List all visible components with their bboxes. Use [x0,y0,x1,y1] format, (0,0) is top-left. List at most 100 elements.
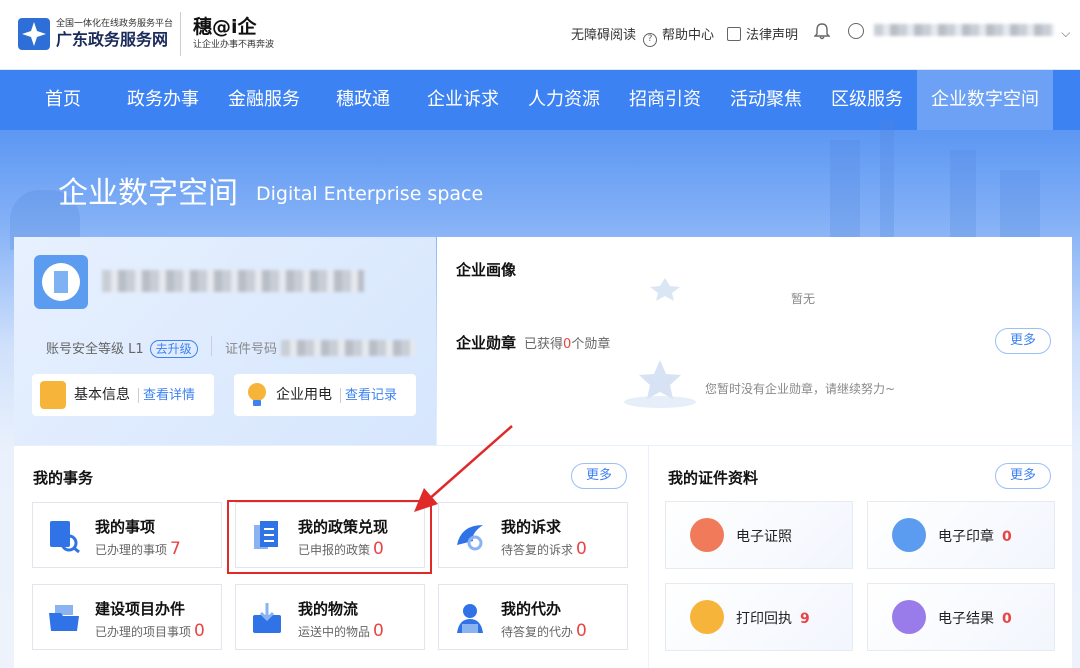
header-divider [180,12,181,56]
cert-number: 证件号码 [225,338,416,357]
legal-link[interactable]: 法律声明 [727,24,798,43]
power-usage-chip[interactable]: 企业用电 查看记录 [234,374,416,416]
seal-icon [892,518,926,552]
enterprise-name-masked [102,270,364,292]
nav-finance[interactable]: 金融服务 [221,70,307,130]
top-header: 全国一体化在线政务服务平台 广东政务服务网 穗@i企 让企业办事不再奔波 无障碍… [0,0,1080,70]
user-menu[interactable]: ⌵ [848,22,1070,41]
cert-number-masked [281,340,416,356]
platform-logo-text[interactable]: 全国一体化在线政务服务平台 广东政务服务网 [56,19,173,50]
upgrade-button[interactable]: 去升级 [149,340,198,358]
affair-desc-text: 运送中的物品 [298,625,371,639]
medals-earned-suffix: 个勋章 [571,337,611,352]
brand-logo[interactable]: 穗@i企 让企业办事不再奔波 [193,15,274,51]
affair-desc: 待答复的代办 0 [501,621,587,641]
security-level-text: 账号安全等级 L1 [46,342,144,357]
document-icon [727,27,741,41]
legal-label: 法律声明 [746,28,799,43]
arrow-annotation-icon [414,425,513,512]
nav-human-resources[interactable]: 人力资源 [521,70,607,130]
platform-subtitle: 全国一体化在线政务服务平台 [56,19,174,29]
cert-card-title: 电子印章 [938,529,994,545]
medals-more-button[interactable]: 更多 [995,328,1051,354]
building-icon [54,271,68,293]
accessibility-link[interactable]: 无障碍阅读 [571,24,636,43]
affair-desc-text: 待答复的代办 [501,625,574,639]
medals-earned-prefix: 已获得 [524,337,564,352]
cert-card-label: 电子结果 0 [938,608,1012,628]
bell-icon[interactable] [814,22,830,40]
nav-suizhengtong[interactable]: 穗政通 [323,70,403,130]
empty-medal-icon [624,360,696,408]
cert-card-print-receipt[interactable]: 打印回执 9 [665,583,853,651]
affair-count: 0 [373,621,384,641]
cert-card-label: 电子证照 [736,526,800,546]
affair-count: 0 [576,621,587,641]
medals-title: 企业勋章 已获得0个勋章 [456,332,610,353]
cert-card-e-license[interactable]: 电子证照 [665,501,853,569]
nav-activities[interactable]: 活动聚焦 [723,70,809,130]
appeal-icon [457,525,483,551]
affair-card-logistics[interactable]: 我的物流 运送中的物品 0 [235,584,425,650]
document-icon [40,381,66,409]
nav-district-services[interactable]: 区级服务 [824,70,910,130]
power-usage-label: 企业用电 [276,387,332,403]
affair-card-agent[interactable]: 我的代办 待答复的代办 0 [438,584,628,650]
lightbulb-icon [248,383,266,406]
medals-empty-text: 您暂时没有企业勋章，请继续努力~ [705,382,896,396]
affair-count: 0 [576,539,587,559]
view-records-link[interactable]: 查看记录 [340,388,398,403]
help-center-link[interactable]: ? 帮助中心 [643,24,714,47]
view-details-link[interactable]: 查看详情 [138,388,196,403]
cert-card-label: 电子印章 0 [938,526,1012,546]
portrait-title: 企业画像 [456,261,517,279]
affair-title: 我的物流 [298,600,359,618]
cert-card-count: 0 [1002,529,1012,545]
cert-card-e-seal[interactable]: 电子印章 0 [867,501,1055,569]
affair-title: 我的事项 [95,518,156,536]
brand-name: 穗@i企 [193,16,257,38]
agent-icon [457,604,483,633]
folder-icon [49,605,79,631]
affair-desc: 运送中的物品 0 [298,621,384,641]
help-center-label: 帮助中心 [662,28,715,43]
hero-title-text: 企业数字空间 [58,176,238,211]
nav-government-affairs[interactable]: 政务办事 [120,70,206,130]
gov-logo-icon[interactable] [18,18,50,50]
search-document-icon [50,521,80,553]
basic-info-chip[interactable]: 基本信息 查看详情 [32,374,214,416]
certs-more-button[interactable]: 更多 [995,463,1051,489]
nav-home[interactable]: 首页 [30,70,96,130]
hero-subtitle: Digital Enterprise space [256,183,484,205]
platform-name: 广东政务服务网 [56,30,169,49]
affair-desc-text: 已办理的项目事项 [95,625,192,639]
id-card-icon [690,518,724,552]
security-level: 账号安全等级 L1 去升级 [46,338,198,358]
nav-investment[interactable]: 招商引资 [622,70,708,130]
profile-divider [211,336,212,356]
affairs-more-button[interactable]: 更多 [571,463,627,489]
affair-desc: 待答复的诉求 0 [501,539,587,559]
affairs-title: 我的事务 [33,469,94,487]
help-icon: ? [643,33,657,47]
main-nav: 首页 政务办事 金融服务 穗政通 企业诉求 人力资源 招商引资 活动聚焦 区级服… [0,70,1080,130]
download-box-icon [253,603,281,633]
affair-desc-text: 已办理的事项 [95,543,168,557]
affair-card-items[interactable]: 我的事项 已办理的事项 7 [32,502,222,568]
cert-number-label: 证件号码 [225,342,278,357]
portrait-empty-text: 暂无 [791,292,816,306]
affair-count: 0 [194,621,205,641]
affair-card-construction[interactable]: 建设项目办件 已办理的项目事项 0 [32,584,222,650]
affair-desc-text: 待答复的诉求 [501,543,574,557]
enterprise-avatar [34,255,88,309]
nav-enterprise-appeal[interactable]: 企业诉求 [420,70,506,130]
cert-card-title: 电子结果 [938,611,994,627]
nav-enterprise-digital-space[interactable]: 企业数字空间 [917,70,1053,130]
result-document-icon [892,600,926,634]
certs-title: 我的证件资料 [668,469,759,487]
cert-card-count: 9 [800,611,810,627]
affair-count: 7 [170,539,181,559]
user-icon [848,23,864,39]
cert-card-e-result[interactable]: 电子结果 0 [867,583,1055,651]
affair-desc: 已办理的事项 7 [95,539,181,559]
